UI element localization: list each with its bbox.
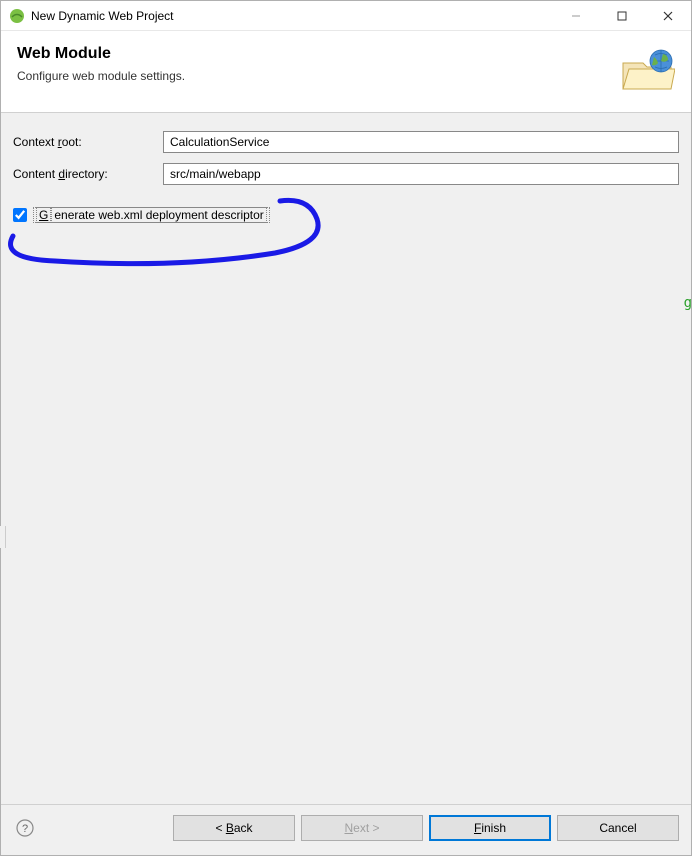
- folder-globe-icon: [619, 45, 675, 96]
- context-root-label: Context root:: [13, 135, 163, 149]
- window-controls: [553, 1, 691, 30]
- wizard-header: Web Module Configure web module settings…: [1, 31, 691, 113]
- cancel-button[interactable]: Cancel: [557, 815, 679, 841]
- finish-button[interactable]: Finish: [429, 815, 551, 841]
- window-title: New Dynamic Web Project: [31, 9, 174, 23]
- next-button: Next >: [301, 815, 423, 841]
- generate-webxml-row: Generate web.xml deployment descriptor: [13, 207, 679, 223]
- background-text-fragment: [0, 376, 8, 392]
- minimize-button[interactable]: [553, 1, 599, 31]
- hand-drawn-circle-annotation: [0, 191, 335, 271]
- svg-text:?: ?: [22, 823, 28, 835]
- content-directory-label: Content directory:: [13, 167, 163, 181]
- background-text-fragment: g: [684, 295, 692, 311]
- wizard-content: Context root: Content directory: Generat…: [1, 113, 691, 805]
- page-title: Web Module: [17, 45, 185, 63]
- context-root-row: Context root:: [13, 131, 679, 153]
- dialog-window: New Dynamic Web Project Web Module Confi…: [0, 0, 692, 856]
- help-button[interactable]: ?: [13, 816, 37, 840]
- page-subtitle: Configure web module settings.: [17, 69, 185, 83]
- back-button[interactable]: < Back: [173, 815, 295, 841]
- context-root-input[interactable]: [163, 131, 679, 153]
- maximize-button[interactable]: [599, 1, 645, 31]
- content-directory-row: Content directory:: [13, 163, 679, 185]
- app-icon: [9, 8, 25, 24]
- wizard-buttonbar: ? < Back Next > Finish Cancel: [1, 805, 691, 855]
- content-directory-input[interactable]: [163, 163, 679, 185]
- background-text-fragment: [0, 526, 6, 548]
- titlebar: New Dynamic Web Project: [1, 1, 691, 31]
- generate-webxml-checkbox[interactable]: [13, 208, 27, 222]
- generate-webxml-label: Generate web.xml deployment descriptor: [33, 207, 270, 223]
- close-button[interactable]: [645, 1, 691, 31]
